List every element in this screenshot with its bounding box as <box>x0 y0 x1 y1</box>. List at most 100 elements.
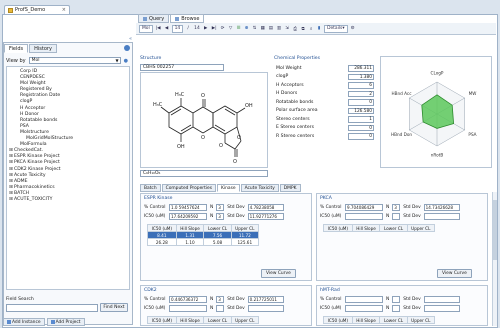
filter-icon[interactable]: ▽ <box>228 25 234 33</box>
view-by-select[interactable]: Mol ▼ <box>28 57 121 64</box>
last-record-icon[interactable]: ▶| <box>211 25 218 33</box>
chart-bar-icon[interactable]: ▮ <box>316 25 322 33</box>
assay-tab[interactable]: Batch <box>140 184 161 192</box>
pkca-view-curve-button[interactable]: View Curve <box>437 269 472 278</box>
view-tabs: Query Browse <box>138 14 205 23</box>
record-number-input[interactable]: 14 <box>171 24 184 33</box>
add-instance-label: Add Instance <box>12 319 41 325</box>
tab-query[interactable]: Query <box>138 14 170 23</box>
chemical-properties-title: Chemical Properties <box>274 56 320 61</box>
refresh-icon[interactable]: ⟳ <box>220 25 226 33</box>
first-record-icon[interactable]: |◀ <box>155 25 162 33</box>
search-icon[interactable]: ⌕ <box>308 25 314 33</box>
assay-tab[interactable]: Computed Properties <box>161 184 217 192</box>
svg-text:OH: OH <box>245 103 253 109</box>
cdk2-panel: CDK2 % Control 0.446736372 N 3 Std Dev 0… <box>140 285 312 326</box>
pkca-n-value: 3 <box>392 204 401 211</box>
table-row[interactable]: 26.28 1.10 5.08 125.61 <box>147 238 260 246</box>
hmt-ic50-value <box>345 305 383 312</box>
find-next-button[interactable]: Find Next <box>100 303 128 312</box>
list-icon[interactable]: ☰ <box>236 25 242 33</box>
add-project-tab[interactable]: Add Project <box>46 318 85 326</box>
hmt-ic50-table: IC50 (uM) Hill Slope Lower CL Upper CL <box>323 316 436 324</box>
table-row[interactable]: 8.41 1.31 7.56 11.72 <box>147 231 260 239</box>
radar-axis-label: nRotB <box>431 153 444 158</box>
tree-item-label: H Donor <box>20 111 39 117</box>
field-search-input[interactable] <box>6 304 98 312</box>
export-icon[interactable]: ⇲ <box>284 25 290 33</box>
property-value: 126.580 <box>348 107 374 114</box>
assay-tab[interactable]: Acute Toxicity <box>240 184 279 192</box>
property-row: Rotatable bonds 0 <box>274 98 374 107</box>
column-header: IC50 (uM) <box>147 224 177 232</box>
zoom-icon[interactable]: ⊕ <box>244 25 250 33</box>
print-icon[interactable]: ⎙ <box>292 25 298 33</box>
espr-view-curve-button[interactable]: View Curve <box>261 269 296 278</box>
cdk2-ic50-sd-value <box>247 305 284 312</box>
scrollbar-thumb[interactable] <box>493 200 497 260</box>
close-icon[interactable]: × <box>62 7 66 13</box>
copy-icon[interactable]: ⧉ <box>300 25 306 33</box>
form-view-icon[interactable]: ▤ <box>268 25 274 33</box>
cdk2-ic50-label: IC50 (uM) <box>144 305 166 311</box>
next-record-icon[interactable]: ▶ <box>203 25 209 33</box>
tree-item-label: ADME <box>14 178 28 184</box>
cdk2-sd-value: 0.217725011 <box>247 296 284 303</box>
assay-tab[interactable]: DMPK <box>279 184 301 192</box>
details-button[interactable]: Details ▾ <box>324 24 348 33</box>
espr-n-label: N <box>210 204 214 210</box>
hmt-sd-value <box>423 296 460 303</box>
bottom-tabs: Add Instance Add Project <box>3 318 85 326</box>
svg-text:H₃C: H₃C <box>175 92 185 98</box>
tree-item[interactable]: ⊞ACUTE_TOXICITY <box>9 197 129 203</box>
table-cell: 1.31 <box>175 231 205 239</box>
tree-item-label: Corp ID <box>20 69 38 74</box>
view-by-row: View by Mol ▼ ● <box>6 57 128 64</box>
pkca-ic50-value <box>345 213 383 220</box>
table-cell: 8.41 <box>147 231 177 239</box>
column-header: Upper CL <box>230 224 260 232</box>
column-header: Lower CL <box>379 224 408 232</box>
tree-item-label: Mol Weight <box>20 81 46 87</box>
options-icon[interactable]: ⚙ <box>350 25 356 33</box>
cdk2-ic50-value <box>169 305 207 312</box>
compound-id-field[interactable]: CBHS 002257 <box>140 64 224 71</box>
property-label: clogP <box>276 74 289 80</box>
previous-record-icon[interactable]: ◀ <box>164 25 170 33</box>
settings-icon[interactable]: ● <box>124 58 128 64</box>
document-tab[interactable]: ProfS_Demo × <box>4 5 70 14</box>
property-label: E Stereo centers <box>276 125 314 131</box>
add-instance-tab[interactable]: Add Instance <box>3 318 45 326</box>
vertical-scrollbar[interactable] <box>492 192 497 326</box>
hmt-control-label: % Control <box>320 296 342 302</box>
pkca-sd-value: 14.73426628 <box>423 204 460 211</box>
hmt-rad-panel: hMT-Rad % Control N Std Dev IC50 (uM) N … <box>316 285 488 326</box>
svg-text:O: O <box>201 93 205 99</box>
grid-view-icon[interactable]: ▦ <box>260 25 266 33</box>
espr-ic50-sd-value: 11.92771276 <box>247 213 284 220</box>
tab-fields[interactable]: Fields <box>4 44 29 53</box>
cdk2-control-row: % Control 0.446736372 N 3 Std Dev 0.2177… <box>144 296 284 303</box>
tree-item-label: Rotatable bonds <box>20 117 58 123</box>
table-header-row: IC50 (uM) Hill Slope Lower CL Upper CL <box>323 224 436 232</box>
molecule-structure: H₃C H₃C O O OH OH O O O <box>140 72 268 168</box>
table-cell: 7.56 <box>203 231 232 239</box>
tab-browse[interactable]: Browse <box>170 14 205 23</box>
assay-tab[interactable]: Kinase <box>217 184 240 192</box>
sort-icon[interactable]: ⇅ <box>252 25 258 33</box>
cdk2-n-label: N <box>210 296 214 302</box>
molecular-formula-field[interactable]: C₆H₁₀O₆ <box>140 170 268 177</box>
pkca-ic50-row: IC50 (uM) N Std Dev <box>320 213 460 220</box>
view-by-label: View by <box>6 57 26 64</box>
chart-icon[interactable]: ▥ <box>276 25 282 33</box>
record-total: 14 <box>194 26 200 31</box>
column-header: Lower CL <box>203 224 232 232</box>
record-type-select[interactable]: Mol <box>139 24 153 33</box>
tab-history[interactable]: History <box>29 44 57 53</box>
radar-axis-label: MW <box>469 91 477 96</box>
svg-text:O: O <box>237 135 241 141</box>
add-project-label: Add Project <box>55 319 81 325</box>
help-icon[interactable] <box>124 45 130 51</box>
collapse-icon[interactable]: « <box>129 36 132 42</box>
radar-axis-label: CLogP <box>431 71 444 76</box>
